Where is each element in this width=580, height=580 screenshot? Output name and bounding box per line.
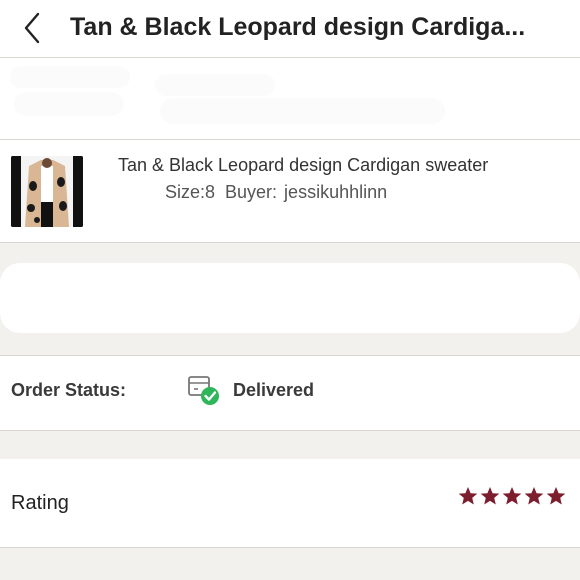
star-icon: [546, 487, 566, 505]
redacted-section: [0, 243, 580, 355]
redacted-section: [0, 58, 580, 140]
order-status-value: Delivered: [233, 380, 315, 400]
rating-stars: [458, 486, 566, 508]
spacer: [0, 431, 580, 459]
page-title: Tan & Black Leopard design Cardiga...: [70, 13, 526, 41]
item-thumbnail[interactable]: [11, 156, 83, 227]
star-icon: [502, 487, 522, 505]
chevron-left-icon: [24, 12, 40, 44]
spacer: [0, 548, 580, 580]
item-meta: Size:8 Buyer: jessikuhhlinn: [165, 182, 397, 203]
back-button[interactable]: [14, 8, 54, 48]
header-bar: Tan & Black Leopard design Cardiga...: [0, 0, 580, 58]
star-icon: [480, 487, 500, 505]
cardigan-photo: [11, 156, 83, 227]
star-icon: [458, 487, 478, 505]
item-title: Tan & Black Leopard design Cardigan swea…: [118, 155, 489, 175]
order-status-label: Order Status:: [11, 380, 127, 400]
package-delivered-icon: [186, 373, 222, 407]
star-icon: [524, 487, 544, 505]
item-size: Size:8: [165, 182, 216, 202]
item-buyer: Buyer: jessikuhhlinn: [225, 182, 388, 202]
rating-label: Rating: [11, 492, 69, 514]
